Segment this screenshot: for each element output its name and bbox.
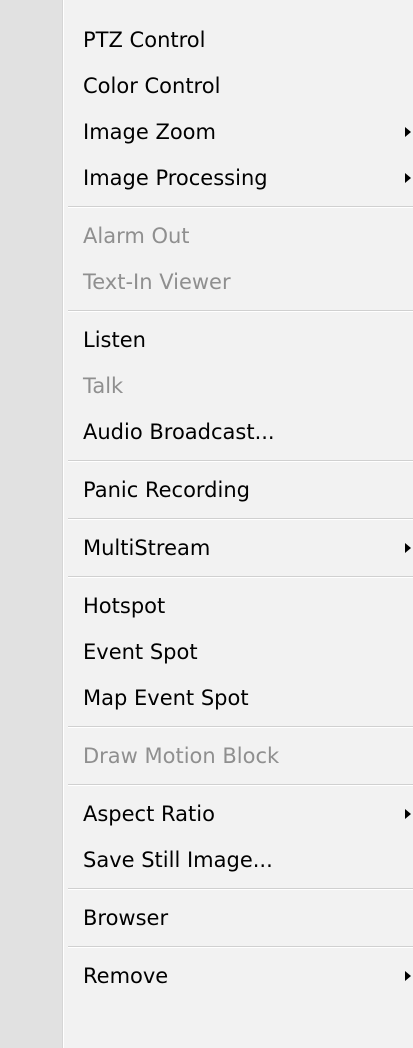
menu-item-image-processing[interactable]: Image Processing bbox=[0, 155, 413, 201]
menu-separator bbox=[0, 779, 413, 791]
menu-item-label: Image Zoom bbox=[83, 120, 216, 144]
menu-separator bbox=[0, 941, 413, 953]
submenu-arrow-icon bbox=[405, 173, 411, 183]
menu-item-label: Aspect Ratio bbox=[83, 802, 215, 826]
menu-item-list: PTZ Control Color Control Image Zoom Ima… bbox=[0, 17, 413, 999]
menu-item-panic-recording[interactable]: Panic Recording bbox=[0, 467, 413, 513]
submenu-arrow-icon bbox=[405, 543, 411, 553]
menu-item-alarm-out: Alarm Out bbox=[83, 224, 190, 248]
menu-separator bbox=[0, 721, 413, 733]
menu-item-text-in-viewer: Text-In Viewer bbox=[83, 270, 231, 294]
submenu-arrow-icon bbox=[405, 971, 411, 981]
menu-item-draw-motion-block: Draw Motion Block bbox=[83, 744, 280, 768]
menu-item-remove[interactable]: Remove bbox=[0, 953, 413, 999]
menu-separator bbox=[0, 455, 413, 467]
menu-item-label: Remove bbox=[83, 964, 169, 988]
menu-item-aspect-ratio[interactable]: Aspect Ratio bbox=[0, 791, 413, 837]
menu-item-image-zoom[interactable]: Image Zoom bbox=[0, 109, 413, 155]
menu-item-label: MultiStream bbox=[83, 536, 211, 560]
menu-item-listen[interactable]: Listen bbox=[0, 317, 413, 363]
menu-item-event-spot[interactable]: Event Spot bbox=[0, 629, 413, 675]
menu-separator bbox=[0, 883, 413, 895]
submenu-arrow-icon bbox=[405, 809, 411, 819]
menu-separator bbox=[0, 513, 413, 525]
menu-separator bbox=[0, 305, 413, 317]
menu-item-ptz-control[interactable]: PTZ Control bbox=[0, 17, 413, 63]
menu-item-multistream[interactable]: MultiStream bbox=[0, 525, 413, 571]
menu-item-save-still-image[interactable]: Save Still Image... bbox=[0, 837, 413, 883]
submenu-arrow-icon bbox=[405, 127, 411, 137]
menu-item-color-control[interactable]: Color Control bbox=[0, 63, 413, 109]
menu-item-browser[interactable]: Browser bbox=[0, 895, 413, 941]
menu-item-map-event-spot[interactable]: Map Event Spot bbox=[0, 675, 413, 721]
menu-separator bbox=[0, 201, 413, 213]
menu-item-label: Image Processing bbox=[83, 166, 268, 190]
menu-item-audio-broadcast[interactable]: Audio Broadcast... bbox=[0, 409, 413, 455]
menu-separator bbox=[0, 571, 413, 583]
context-menu: PTZ Control Color Control Image Zoom Ima… bbox=[0, 0, 413, 1048]
menu-item-hotspot[interactable]: Hotspot bbox=[0, 583, 413, 629]
menu-item-talk: Talk bbox=[83, 374, 124, 398]
